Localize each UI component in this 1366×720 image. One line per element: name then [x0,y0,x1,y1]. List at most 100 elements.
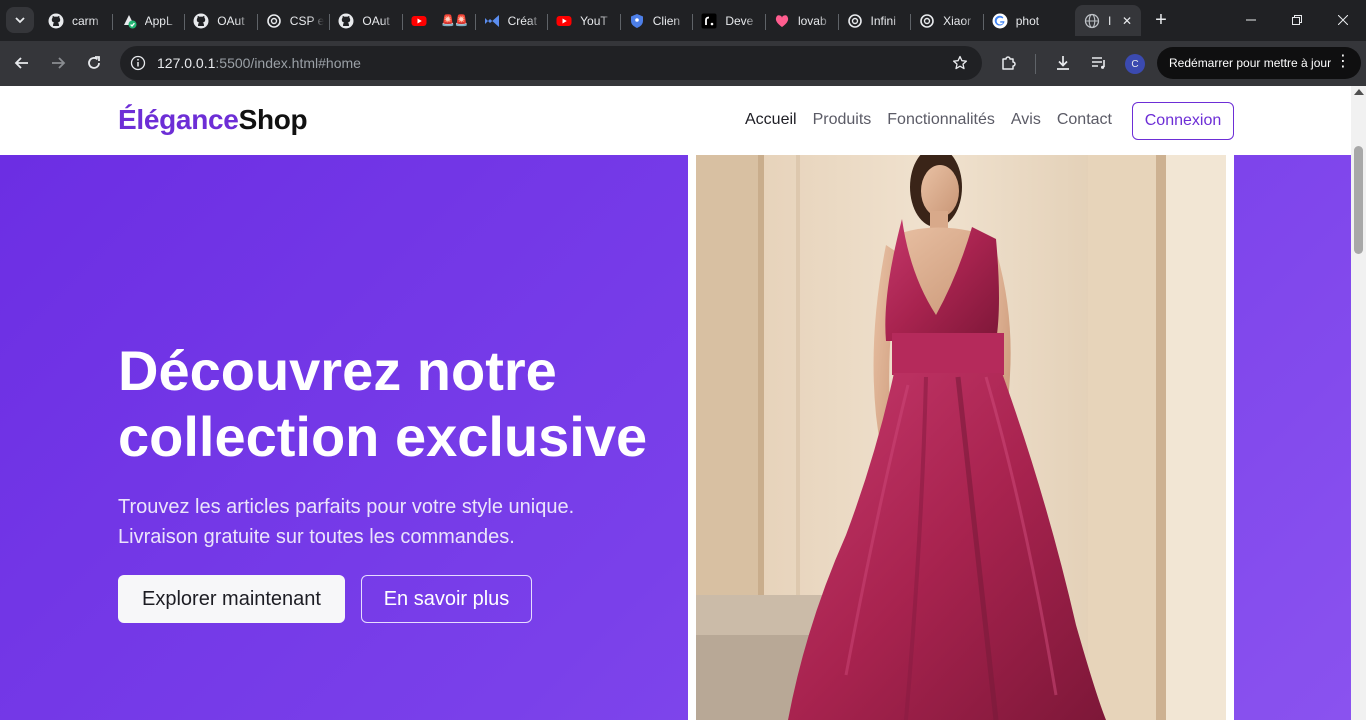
restore-icon [1292,15,1302,25]
openai-icon [919,13,935,29]
bookmark-star-icon[interactable] [950,53,970,73]
hero-subtitle: Trouvez les articles parfaits pour votre… [118,496,575,548]
google-icon [992,13,1008,29]
site-info-icon[interactable] [128,53,148,73]
close-icon [1338,15,1348,25]
minimize-button[interactable] [1228,0,1274,40]
address-bar[interactable]: 127.0.0.1:5500/index.html#home [120,46,982,80]
forward-button[interactable] [44,49,72,77]
toolbar-divider [1035,54,1036,74]
puzzle-icon [1002,56,1016,70]
minimize-icon [1246,19,1256,21]
render-icon [701,13,717,29]
tab-item[interactable]: phot [984,5,1057,36]
close-window-button[interactable] [1320,0,1366,40]
tab-title: Deve [725,13,754,28]
app-check-icon [121,13,137,29]
logo-rest: Shop [238,104,308,135]
tab-item[interactable]: YouT [548,5,621,36]
logo-accent: Élégance [118,104,239,135]
github-icon [193,13,209,29]
nav-link-contact[interactable]: Contact [1057,111,1112,129]
hero-title: Découvrez notre collection exclusive [118,339,648,468]
tab-title: Clien [652,13,681,28]
nav-link-produits[interactable]: Produits [813,111,872,129]
reload-button[interactable] [80,49,108,77]
url-host: 127.0.0.1 [157,55,216,71]
hero-image-frame [688,155,1234,720]
tab-item[interactable]: CSP e [258,5,331,36]
nav-link-accueil[interactable]: Accueil [745,111,797,129]
tab-item[interactable]: OAut [185,5,258,36]
alert-emoji-icon: 🚨🚨 [440,15,469,27]
youtube-icon [556,13,572,29]
tab-title: I [1108,13,1112,28]
tab-title: carm [72,13,99,28]
openai-icon [847,13,863,29]
tab-item[interactable]: 🚨🚨 [403,5,476,36]
tab-item[interactable]: Deve [693,5,766,36]
tab-item[interactable]: Clien [621,5,694,36]
hero-section: Découvrez notre collection exclusive Tro… [0,155,1351,720]
main-nav: Accueil Produits Fonctionnalités Avis Co… [745,111,1112,129]
downloads-button[interactable] [1049,49,1077,77]
download-icon [1057,56,1069,70]
hero-dress-photo [696,155,1226,720]
scrollbar-thumb[interactable] [1354,146,1363,254]
tab-item[interactable]: OAut [330,5,403,36]
login-button[interactable]: Connexion [1132,102,1234,140]
arrow-left-icon [14,57,28,69]
site-header: ÉléganceShop Accueil Produits Fonctionna… [0,86,1351,155]
restart-update-button[interactable]: Redémarrer pour mettre à jour ⋮ [1157,47,1361,79]
new-tab-button[interactable]: + [1150,9,1172,31]
learn-more-button[interactable]: En savoir plus [361,575,532,623]
tab-title: lovab [797,13,827,28]
tab-item[interactable]: Xiaor [911,5,984,36]
url-text: 127.0.0.1:5500/index.html#home [157,55,361,71]
scroll-up-icon[interactable] [1354,89,1364,95]
youtube-icon [411,13,427,29]
tab-title: CSP e [289,13,324,28]
explore-button[interactable]: Explorer maintenant [118,575,345,623]
tab-title: OAut [217,13,245,28]
tab-title: AppL [144,13,173,28]
url-path: :5500/index.html#home [215,55,361,71]
more-menu-icon[interactable]: ⋮ [1335,54,1351,70]
lovable-icon [774,13,790,29]
tab-title: Xiaor [943,13,972,28]
tab-item[interactable]: Créat [476,5,549,36]
restore-button[interactable] [1274,0,1320,40]
tab-title: YouT [580,13,608,28]
profile-avatar[interactable]: C [1125,54,1145,74]
reload-icon [88,56,100,69]
page-scrollbar[interactable] [1351,86,1366,720]
media-control-button[interactable] [1085,49,1113,77]
tab-title: Créat [507,13,537,28]
tab-item[interactable]: AppL [113,5,186,36]
page-viewport: ÉléganceShop Accueil Produits Fonctionna… [0,86,1366,720]
arrow-right-icon [52,57,66,69]
tab-item[interactable]: carm [40,5,113,36]
github-icon [338,13,354,29]
browser-toolbar: 127.0.0.1:5500/index.html#home C Redémar… [0,41,1366,86]
nav-link-avis[interactable]: Avis [1011,111,1041,129]
close-tab-icon[interactable]: ✕ [1119,13,1135,29]
tab-title: OAut [362,13,390,28]
site-logo[interactable]: ÉléganceShop [118,104,308,136]
browser-tab-strip: carm AppL OAut CSP e OAut 🚨🚨 Créat YouT Clien Dev… [0,0,1366,41]
chevron-down-icon [15,17,25,24]
tab-search-button[interactable] [6,7,34,33]
shield-icon [629,13,645,29]
tab-active[interactable]: I ✕ [1075,5,1141,36]
back-button[interactable] [8,49,36,77]
tab-item[interactable]: lovab [766,5,839,36]
extensions-button[interactable] [995,49,1023,77]
github-icon [48,13,64,29]
openai-icon [266,13,282,29]
nav-link-fonctionnalites[interactable]: Fonctionnalités [887,111,995,129]
vs-icon [484,13,500,29]
tab-item[interactable]: Infini [839,5,912,36]
playlist-icon [1092,57,1105,69]
tab-list: carm AppL OAut CSP e OAut 🚨🚨 Créat YouT Clien Dev… [40,5,1056,36]
tab-title: Infini [870,13,896,28]
